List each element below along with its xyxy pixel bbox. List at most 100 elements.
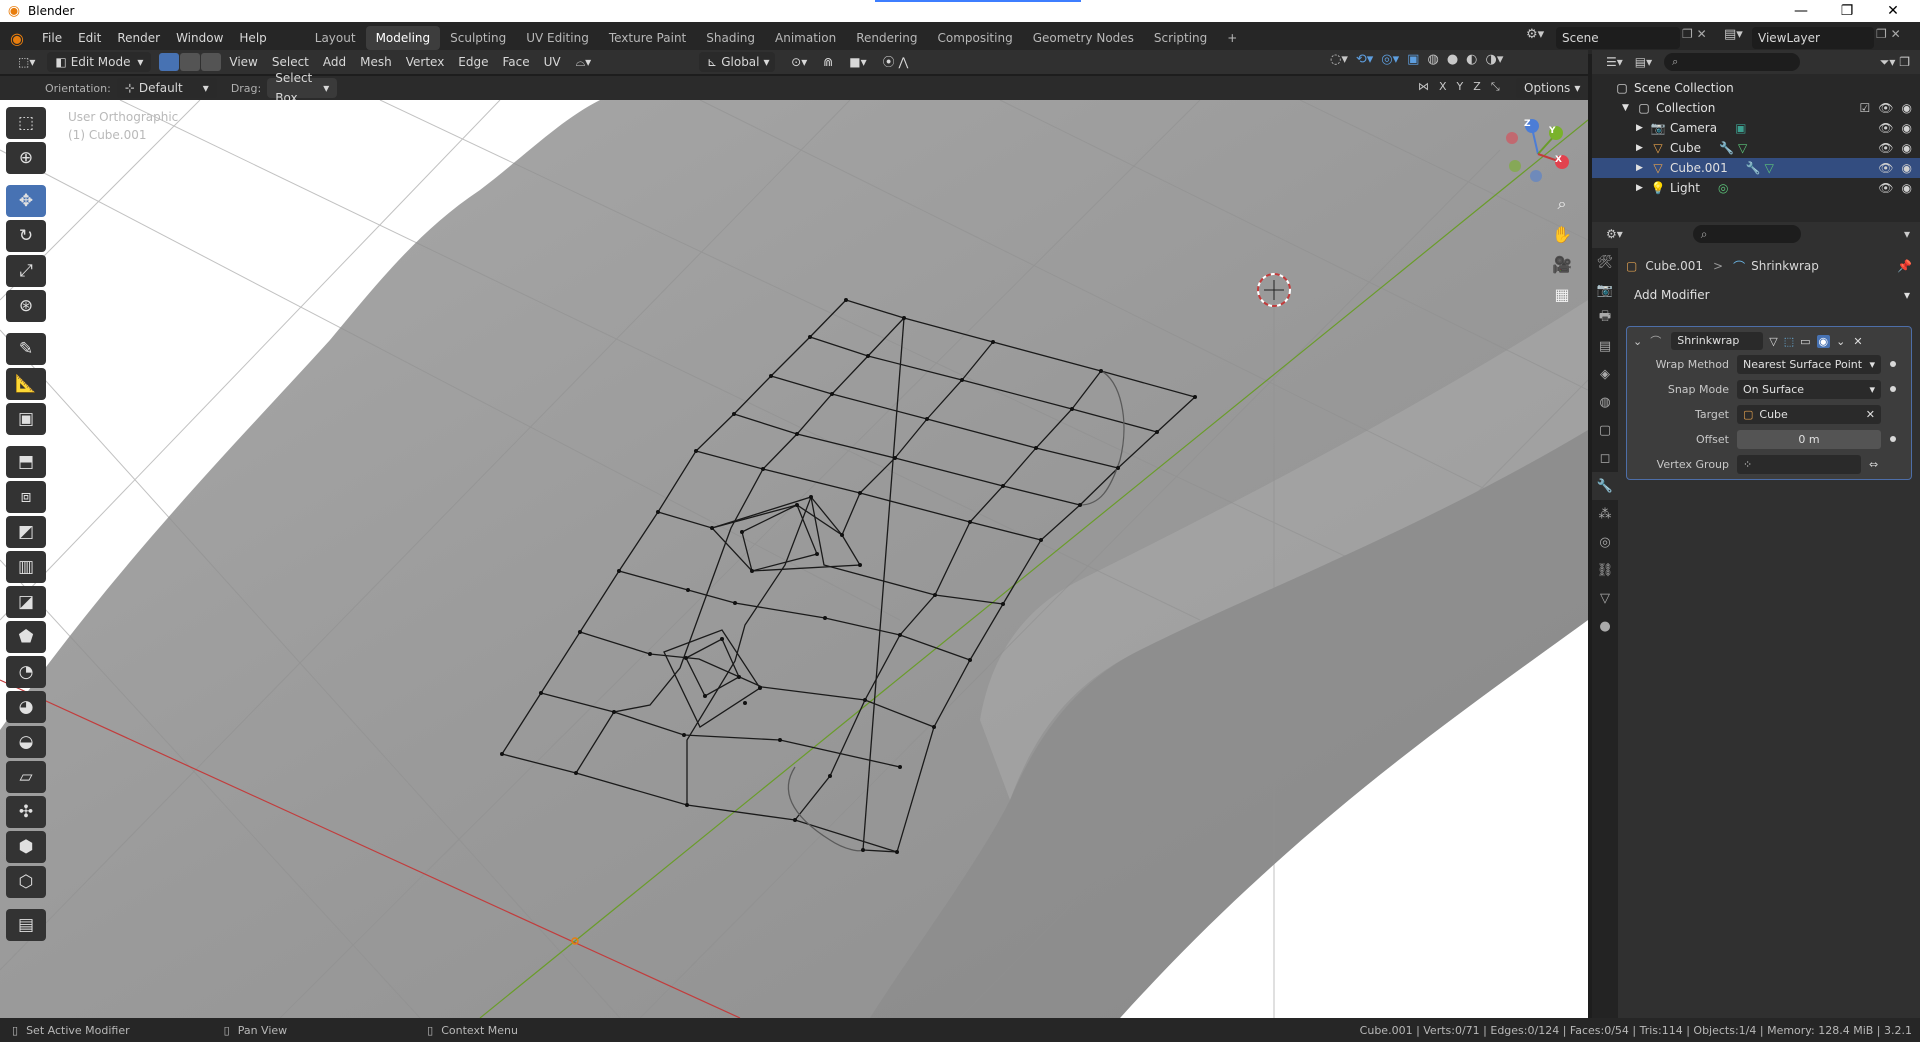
scene-collection-row[interactable]: ▢ Scene Collection — [1592, 78, 1920, 98]
mode-dropdown[interactable]: ◧ Edit Mode ▾ — [47, 52, 152, 72]
cursor-tool-icon[interactable]: ⊕ — [6, 142, 46, 174]
bevel-tool-icon[interactable]: ◩ — [6, 516, 46, 548]
checkbox-icon[interactable]: ☑ — [1860, 101, 1871, 115]
blender-menu-icon[interactable]: ◉ — [0, 29, 34, 48]
add-primitive-tool-icon[interactable]: ▤ — [6, 909, 46, 941]
render-camera-icon[interactable]: ◉ — [1902, 161, 1912, 175]
eye-icon[interactable]: 👁 — [1878, 181, 1893, 195]
workspace-tab-layout[interactable]: Layout — [305, 26, 366, 50]
keyframe-dot-icon[interactable] — [1890, 436, 1896, 442]
mirror-z-toggle[interactable]: Z — [1473, 80, 1481, 94]
3d-viewport[interactable]: User Orthographic (1) Cube.001 Z Y X ⌕ ✋… — [0, 100, 1588, 1018]
close-icon[interactable]: ✕ — [1870, 0, 1916, 22]
tool-tab-icon[interactable]: 🛠 — [1592, 248, 1618, 276]
scene-browse-icon[interactable]: ⚙▾ — [1526, 27, 1544, 42]
render-camera-icon[interactable]: ◉ — [1902, 181, 1912, 195]
pin-icon[interactable]: 📌 — [1897, 259, 1912, 273]
outliner-editor-type-icon[interactable]: ☰▾ — [1606, 55, 1623, 69]
material-tab-icon[interactable]: ● — [1592, 612, 1618, 640]
edge-select-button[interactable] — [180, 53, 201, 71]
visibility-icon[interactable]: ◌▾ — [1330, 52, 1348, 67]
shading-solid-icon[interactable]: ● — [1447, 52, 1458, 67]
overlay-toggle-icon[interactable]: ◎▾ — [1381, 52, 1399, 67]
menu-edge[interactable]: Edge — [451, 50, 495, 74]
poly-build-tool-icon[interactable]: ⬟ — [6, 621, 46, 653]
workspace-tab-scripting[interactable]: Scripting — [1144, 26, 1217, 50]
scene-new-icon[interactable]: ❐ ✕ — [1682, 27, 1707, 41]
snap-toggle-icon[interactable]: ⋒ — [815, 52, 841, 72]
collection-row[interactable]: ▼ ▢ Collection ☑ 👁 ◉ — [1592, 98, 1920, 118]
shading-material-icon[interactable]: ◐ — [1466, 52, 1477, 67]
scale-tool-icon[interactable]: ⤢ — [6, 255, 46, 287]
menu-face[interactable]: Face — [496, 50, 537, 74]
workspace-tab-rendering[interactable]: Rendering — [846, 26, 927, 50]
properties-editor-type-icon[interactable]: ⚙▾ — [1606, 227, 1623, 241]
menu-uv[interactable]: UV — [537, 50, 568, 74]
spin-tool-icon[interactable]: ◔ — [6, 656, 46, 688]
viewlayer-name-field[interactable]: ViewLayer — [1752, 27, 1874, 49]
modifier-menu-chevron-icon[interactable]: ⌄ — [1836, 335, 1845, 348]
editmode-toggle-icon[interactable]: ⬚ — [1784, 335, 1794, 348]
workspace-tab-animation[interactable]: Animation — [765, 26, 846, 50]
viewport-toggle-icon[interactable]: ▭ — [1800, 335, 1810, 348]
move-tool-icon[interactable]: ✥ — [6, 185, 46, 217]
expand-arrow-icon[interactable]: ▶ — [1636, 183, 1650, 193]
target-object-field[interactable]: ▢ Cube ✕ — [1737, 404, 1881, 424]
inset-tool-icon[interactable]: ⧈ — [6, 481, 46, 513]
scene-name-field[interactable]: Scene — [1556, 27, 1680, 49]
mirror-y-toggle[interactable]: Y — [1457, 80, 1464, 94]
collapse-chevron-icon[interactable]: ⌄ — [1633, 335, 1642, 348]
properties-search-input[interactable]: ⌕ — [1692, 225, 1801, 243]
xray-toggle-icon[interactable]: ▣ — [1407, 52, 1419, 67]
eye-icon[interactable]: 👁 — [1878, 121, 1893, 135]
render-camera-icon[interactable]: ◉ — [1902, 121, 1912, 135]
invert-vertex-group-icon[interactable]: ⇔ — [1869, 458, 1878, 471]
mirror-x-toggle[interactable]: X — [1439, 80, 1447, 94]
modifier-tab-icon[interactable]: 🔧 — [1592, 472, 1618, 500]
menu-add[interactable]: Add — [316, 50, 353, 74]
properties-options-chevron-icon[interactable]: ▾ — [1904, 227, 1910, 241]
menu-mesh[interactable]: Mesh — [353, 50, 399, 74]
edit-cage-icon[interactable]: ▽ — [1769, 335, 1777, 348]
menu-view[interactable]: View — [222, 50, 264, 74]
shading-wireframe-icon[interactable]: ◍ — [1427, 52, 1438, 67]
object-tab-icon[interactable]: ◻ — [1592, 444, 1618, 472]
data-tab-icon[interactable]: ▽ — [1592, 584, 1618, 612]
orthographic-toggle-icon[interactable]: ▦ — [1548, 280, 1576, 308]
proportional-edit-icon[interactable]: ⦿ ⋀ — [875, 52, 917, 72]
uv-sync-icon[interactable]: ⌓▾ — [568, 52, 600, 72]
expand-arrow-icon[interactable]: ▶ — [1636, 163, 1650, 173]
eye-icon[interactable]: 👁 — [1878, 141, 1893, 155]
viewlayer-new-icon[interactable]: ❐ ✕ — [1876, 27, 1901, 41]
zoom-view-icon[interactable]: ⌕ — [1548, 190, 1576, 218]
outliner-search-input[interactable]: ⌕ — [1664, 53, 1801, 71]
offset-number-field[interactable]: 0 m — [1737, 429, 1881, 449]
workspace-tab-shading[interactable]: Shading — [696, 26, 765, 50]
modifier-name-input[interactable]: Shrinkwrap — [1671, 332, 1764, 350]
add-cube-tool-icon[interactable]: ▣ — [6, 403, 46, 435]
collapse-arrow-icon[interactable]: ▼ — [1622, 103, 1636, 113]
options-dropdown[interactable]: Options ▾ — [1516, 78, 1580, 98]
outliner-item-cube-001[interactable]: ▶ ▽ Cube.001 🔧 ▽ 👁 ◉ — [1592, 158, 1920, 178]
physics-tab-icon[interactable]: ◎ — [1592, 528, 1618, 556]
add-modifier-button[interactable]: Add Modifier ▾ — [1626, 284, 1914, 306]
scene-tab-icon[interactable]: ◈ — [1592, 360, 1618, 388]
extrude-tool-icon[interactable]: ⬒ — [6, 446, 46, 478]
world-tab-icon[interactable]: ◍ — [1592, 388, 1618, 416]
workspace-tab-sculpting[interactable]: Sculpting — [440, 26, 516, 50]
pan-view-icon[interactable]: ✋ — [1548, 220, 1576, 248]
filter-icon[interactable]: ⏷▾ ❐ — [1880, 55, 1910, 70]
pivot-point-icon[interactable]: ⊙▾ — [783, 52, 815, 72]
workspace-tab-geometry-nodes[interactable]: Geometry Nodes — [1023, 26, 1144, 50]
face-select-button[interactable] — [201, 53, 222, 71]
rip-region-tool-icon[interactable]: ✣ — [6, 796, 46, 828]
orientation-default-dropdown[interactable]: ⊹ Default ▾ — [116, 78, 217, 98]
select-box-tool-icon[interactable]: ⬚ — [6, 107, 46, 139]
add-workspace-button[interactable]: + — [1217, 26, 1247, 50]
keyframe-dot-icon[interactable] — [1890, 386, 1896, 392]
shading-rendered-icon[interactable]: ◑▾ — [1486, 52, 1504, 67]
render-toggle-icon[interactable]: ◉ — [1816, 334, 1831, 348]
minimize-icon[interactable]: — — [1778, 0, 1824, 22]
drag-select-box-dropdown[interactable]: Select Box ▾ — [267, 71, 338, 105]
clear-target-icon[interactable]: ✕ — [1866, 408, 1875, 421]
